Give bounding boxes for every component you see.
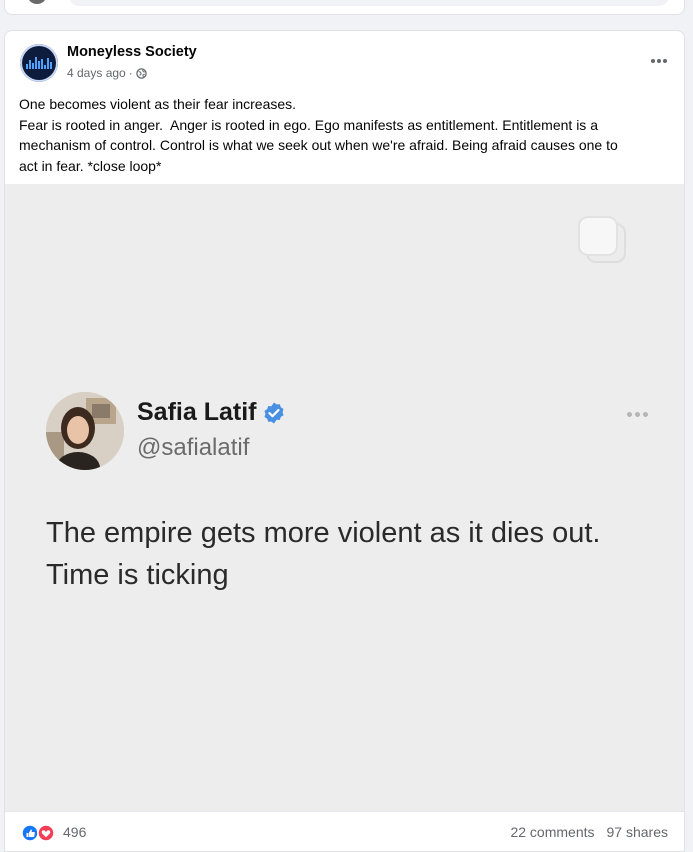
- reaction-icons[interactable]: [21, 824, 59, 842]
- post-meta: 4 days ago ·: [67, 66, 147, 80]
- previous-comment-avatar: [27, 0, 47, 4]
- tweet-text: The empire gets more violent as it dies …: [46, 512, 666, 596]
- post-text-line: act in fear. *close loop*: [19, 157, 162, 174]
- tweet-text-line: Time is ticking: [46, 559, 229, 591]
- copy-icon: [578, 216, 626, 263]
- engagement-stats: 22 comments 97 shares: [510, 824, 668, 840]
- tweet-author-avatar: [46, 392, 124, 470]
- previous-post-card: [4, 0, 685, 15]
- meta-separator: ·: [128, 66, 133, 80]
- verified-badge-icon: [264, 402, 284, 423]
- post-text: One becomes violent as their fear increa…: [19, 94, 669, 176]
- shares-count-link[interactable]: 97 shares: [607, 824, 668, 840]
- engagement-bar: 496 22 comments 97 shares: [5, 811, 684, 851]
- post-timestamp[interactable]: 4 days ago: [67, 66, 126, 80]
- post-card: Moneyless Society 4 days ago · One becom…: [4, 30, 685, 852]
- tweet-author: Safia Latif: [137, 398, 286, 427]
- tweet-more-icon: [627, 412, 648, 417]
- reaction-count[interactable]: 496: [63, 824, 86, 840]
- page-name-link[interactable]: Moneyless Society: [67, 44, 197, 60]
- post-text-line: One becomes violent as their fear increa…: [19, 96, 297, 112]
- more-dot-icon: [663, 59, 667, 63]
- tweet-author-name: Safia Latif: [137, 398, 257, 426]
- city-logo-icon: [26, 57, 52, 69]
- globe-icon: [135, 67, 147, 79]
- post-options-button[interactable]: [644, 49, 674, 73]
- more-dot-icon: [657, 59, 661, 63]
- post-text-line: Fear is rooted in anger. Anger is rooted…: [19, 116, 598, 133]
- tweet-text-line: The empire gets more violent as it dies …: [46, 517, 601, 549]
- page-avatar[interactable]: [20, 44, 58, 82]
- tweet-author-handle: @safialatif: [137, 434, 250, 461]
- more-dot-icon: [651, 59, 655, 63]
- post-text-line: mechanism of control. Control is what we…: [19, 137, 618, 153]
- comments-count-link[interactable]: 22 comments: [510, 824, 594, 840]
- previous-comment-input[interactable]: [69, 0, 669, 6]
- portrait-photo: [46, 392, 124, 470]
- post-image[interactable]: Safia Latif @safialatif The empire gets …: [5, 184, 684, 811]
